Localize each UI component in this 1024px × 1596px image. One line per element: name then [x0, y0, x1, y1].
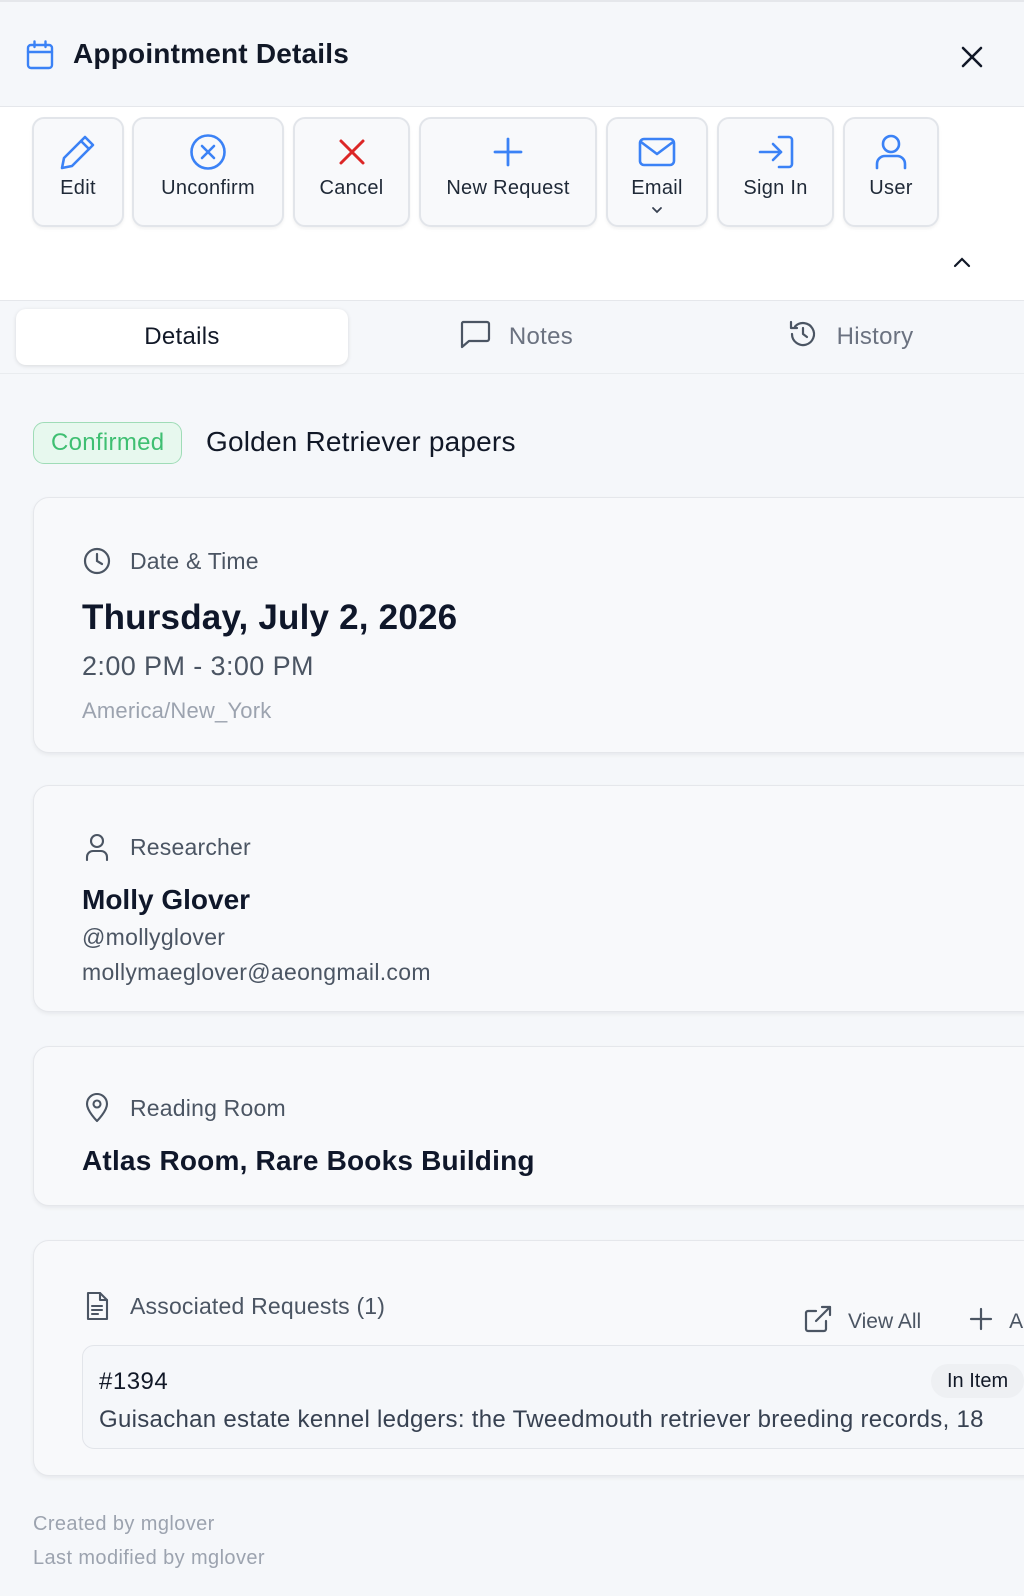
tab-bar: Details Notes History	[0, 301, 1024, 374]
tab-notes[interactable]: Notes	[350, 309, 682, 365]
user-icon	[82, 832, 112, 862]
message-square-icon	[459, 319, 491, 356]
researcher-card: Researcher Molly Glover @mollyglover mol…	[33, 785, 1024, 1012]
datetime-heading: Date & Time	[82, 546, 259, 576]
close-icon	[961, 46, 983, 68]
view-all-button[interactable]: View All	[804, 1305, 921, 1339]
user-button[interactable]: User	[843, 117, 939, 227]
sign-in-icon	[757, 133, 795, 171]
pencil-icon	[59, 133, 97, 171]
page-title: Appointment Details	[73, 38, 350, 69]
unconfirm-button[interactable]: Unconfirm	[132, 117, 284, 227]
user-icon	[872, 133, 910, 171]
x-circle-icon	[189, 133, 227, 171]
add-request-button[interactable]: A	[969, 1307, 1023, 1337]
request-status-badge: In Item	[931, 1364, 1024, 1398]
external-link-icon	[804, 1305, 832, 1339]
chevron-down-icon	[650, 202, 664, 214]
new-request-button[interactable]: New Request	[419, 117, 597, 227]
tab-details[interactable]: Details	[16, 309, 348, 365]
last-modified-by: Last modified by mglover	[33, 1547, 265, 1569]
cancel-button[interactable]: Cancel	[293, 117, 410, 227]
clock-icon	[82, 546, 112, 576]
map-pin-icon	[82, 1093, 112, 1123]
tab-history[interactable]: History	[684, 309, 1016, 365]
chevron-up-icon	[953, 257, 971, 268]
requests-heading: Associated Requests (1)	[82, 1291, 385, 1321]
request-description: Guisachan estate kennel ledgers: the Twe…	[99, 1406, 984, 1433]
reading-room-card: Reading Room Atlas Room, Rare Books Buil…	[33, 1046, 1024, 1206]
associated-requests-card: Associated Requests (1) View All A #1394	[33, 1240, 1024, 1476]
researcher-email[interactable]: mollymaeglover@aeongmail.com	[82, 959, 431, 986]
close-button[interactable]	[955, 40, 989, 74]
created-by: Created by mglover	[33, 1513, 215, 1535]
collapse-toolbar-button[interactable]	[952, 255, 972, 275]
requests-actions: View All A	[804, 1305, 1023, 1339]
appointment-title: Golden Retriever papers	[206, 426, 516, 457]
mail-icon	[638, 133, 676, 171]
plus-icon	[489, 133, 527, 171]
plus-icon	[969, 1307, 993, 1337]
document-icon	[82, 1291, 112, 1321]
researcher-username: @mollyglover	[82, 924, 226, 950]
reading-room-heading: Reading Room	[82, 1093, 286, 1123]
edit-button[interactable]: Edit	[32, 117, 124, 227]
action-toolbar: Edit Unconfirm Cancel New Request Email …	[0, 107, 1024, 301]
x-icon	[333, 133, 371, 171]
history-icon	[787, 318, 819, 357]
researcher-heading: Researcher	[82, 832, 251, 862]
calendar-icon	[26, 40, 54, 70]
appointment-date: Thursday, July 2, 2026	[82, 598, 458, 637]
appointment-timezone: America/New_York	[82, 698, 272, 723]
datetime-card: Date & Time Thursday, July 2, 2026 2:00 …	[33, 497, 1024, 753]
modal-header: Appointment Details	[0, 0, 1024, 107]
request-list-item[interactable]: #1394 In Item Guisachan estate kennel le…	[82, 1345, 1024, 1449]
appointment-time: 2:00 PM - 3:00 PM	[82, 651, 314, 681]
email-button[interactable]: Email	[606, 117, 708, 227]
status-badge: Confirmed	[33, 422, 183, 464]
sign-in-button[interactable]: Sign In	[717, 117, 834, 227]
researcher-name: Molly Glover	[82, 884, 251, 915]
request-number: #1394	[99, 1368, 169, 1395]
reading-room-name: Atlas Room, Rare Books Building	[82, 1145, 535, 1176]
